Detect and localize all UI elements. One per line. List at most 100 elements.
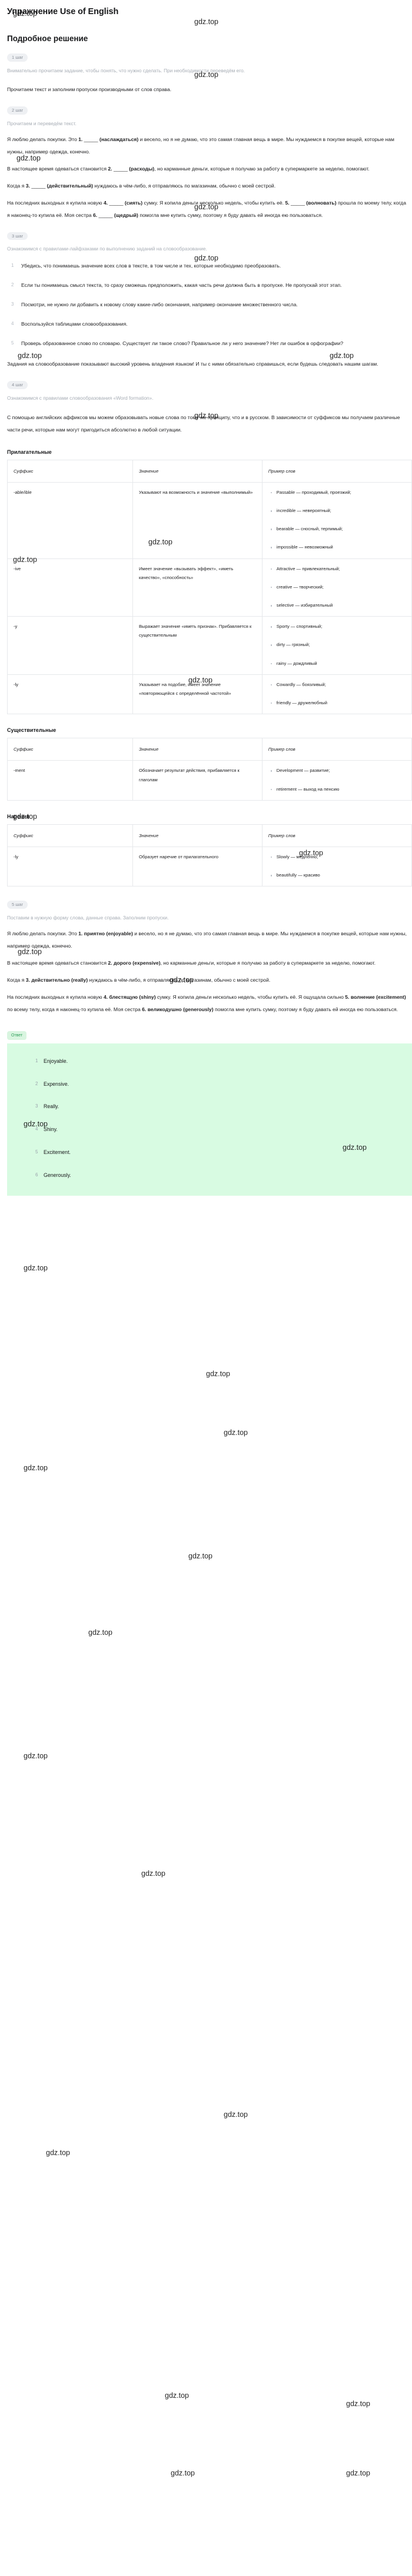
step-4-intro: Ознакомимся с правилами словообразования…	[7, 394, 154, 401]
cell-examples: Attractive — привлекательный; creative —…	[261, 558, 412, 617]
word-formation-table-nouns: Суффикс Значение Пример слов -ment Обозн…	[7, 738, 412, 801]
list-item: Sporty — спортивный;	[270, 622, 406, 631]
cell-suffix: -ment	[7, 760, 133, 801]
step-badge-5: 5 шаг	[7, 901, 28, 909]
cell-meaning: Указывают на возможность и значение «вып…	[132, 481, 263, 559]
list-item: friendly — дружелюбный	[270, 698, 406, 707]
list-item: dirty — грязный;	[270, 640, 406, 649]
watermark: gdz.top	[188, 1552, 213, 1560]
list-item: Excitement.	[35, 1149, 71, 1155]
step-badge-4: 4 шаг	[7, 381, 28, 389]
column-header-meaning: Значение	[132, 738, 263, 761]
table-caption-adverbs: Наречия	[7, 813, 29, 819]
cell-suffix: -y	[7, 616, 133, 675]
step-badge-3: 3 шаг	[7, 232, 28, 240]
watermark: gdz.top	[194, 18, 219, 26]
table-row: -ly Указывает на подобие, имеет значение…	[7, 674, 412, 715]
table-header-row: Суффикс Значение Пример слов	[7, 459, 412, 483]
cell-suffix: -able/ible	[7, 481, 133, 559]
watermark: gdz.top	[171, 2469, 195, 2477]
cell-meaning: Обозначает результат действия, прибавляе…	[132, 760, 263, 801]
list-item: Enjoyable.	[35, 1058, 68, 1064]
table-caption-adjectives: Прилагательные	[7, 449, 52, 455]
step-5-paragraph: Я люблю делать покупки. Это 1. приятно (…	[7, 930, 407, 949]
column-header-suffix: Суффикс	[7, 824, 133, 847]
table-row: -ive Имеет значение «вызывать эффект», «…	[7, 558, 412, 617]
step-2-paragraph: Я люблю делать покупки. Это 1. _____ (на…	[7, 136, 394, 155]
watermark: gdz.top	[165, 2391, 190, 2400]
column-header-examples: Пример слов	[261, 738, 412, 761]
list-item: retirement — выход на пенсию	[270, 785, 406, 794]
step-2-paragraph: На последних выходных я купила новую 4. …	[7, 199, 406, 218]
list-item: selective — избирательный	[270, 601, 406, 610]
watermark: gdz.top	[346, 2400, 371, 2408]
list-item: rainy — дождливый	[270, 659, 406, 668]
watermark: gdz.top	[224, 2110, 248, 2119]
word-formation-rules-list: Убедись, что понимаешь значение всех сло…	[5, 260, 407, 350]
list-item: Expensive.	[35, 1080, 69, 1087]
column-header-suffix: Суффикс	[7, 738, 133, 761]
watermark: gdz.top	[24, 1464, 48, 1472]
cell-suffix: -ive	[7, 558, 133, 617]
list-item: bearable — сносный, терпимый;	[270, 524, 406, 533]
cell-meaning: Выражает значение «иметь признак». Приба…	[132, 616, 263, 675]
watermark: gdz.top	[88, 1628, 113, 1637]
answer-badge: Ответ	[7, 1031, 27, 1040]
cell-examples: Cowardly — боязливый; friendly — дружелю…	[261, 674, 412, 715]
watermark: gdz.top	[346, 2469, 371, 2477]
word-formation-table-adverbs: Суффикс Значение Пример слов -ly Образуе…	[7, 824, 412, 887]
list-item: Attractive — привлекательный;	[270, 564, 406, 573]
list-item: Shiny.	[35, 1126, 58, 1133]
step-badge-1: 1 шаг	[7, 53, 28, 62]
watermark: gdz.top	[46, 2149, 71, 2157]
solution-heading: Подробное решение	[7, 34, 88, 43]
table-row: -ly Образует наречие от прилагательного …	[7, 846, 412, 887]
step-5-paragraph: На последних выходных я купила новую 4. …	[7, 993, 406, 1012]
cell-examples: Sporty — спортивный; dirty — грязный; ra…	[261, 616, 412, 675]
list-item: Проверь образованное слово по словарю. С…	[11, 337, 344, 349]
step-5-paragraph: Когда я 3. действительно (really) нуждаю…	[7, 976, 271, 983]
watermark: gdz.top	[141, 1869, 166, 1878]
step-2-intro: Прочитаем и переведём текст.	[7, 120, 77, 126]
list-item: Slowly — медленно;	[270, 852, 406, 861]
step-badge-2: 2 шаг	[7, 106, 28, 115]
list-item: Убедись, что понимаешь значение всех сло…	[11, 260, 281, 272]
step-3-outro: Задания на словообразование показывают в…	[7, 361, 378, 367]
answer-block: Enjoyable. Expensive. Really. Shiny. Exc…	[7, 1043, 412, 1196]
step-5-intro: Поставим в нужную форму слова, данные сп…	[7, 914, 169, 921]
list-item: Если ты понимаешь смысл текста, то сразу…	[11, 279, 342, 291]
watermark: gdz.top	[206, 1370, 231, 1378]
watermark: gdz.top	[24, 1264, 48, 1272]
table-caption-nouns: Существительные	[7, 727, 57, 734]
cell-examples: Slowly — медленно; beautifully — красиво	[261, 846, 412, 887]
page-title: Упражнение Use of English	[7, 7, 119, 16]
list-item: Really.	[35, 1103, 59, 1110]
column-header-suffix: Суффикс	[7, 459, 133, 483]
cell-meaning: Имеет значение «вызывать эффект», «иметь…	[132, 558, 263, 617]
cell-meaning: Образует наречие от прилагательного	[132, 846, 263, 887]
step-2-paragraph: Когда я 3. _____ (действительный) нуждаю…	[7, 182, 276, 189]
answer-list: Enjoyable. Expensive. Really. Shiny. Exc…	[7, 1058, 412, 1178]
list-item: Development — развитие;	[270, 766, 406, 775]
word-formation-table-adjectives: Суффикс Значение Пример слов -able/ible …	[7, 459, 412, 715]
list-item: creative — творческий;	[270, 583, 406, 591]
list-item: beautifully — красиво	[270, 871, 406, 879]
step-3-intro: Ознакомимся с правилами-лайфхаками по вы…	[7, 246, 207, 252]
column-header-examples: Пример слов	[261, 459, 412, 483]
cell-meaning: Указывает на подобие, имеет значение «по…	[132, 674, 263, 715]
cell-examples: Passable — проходимый, проезжий; incredi…	[261, 481, 412, 559]
table-header-row: Суффикс Значение Пример слов	[7, 824, 412, 847]
watermark: gdz.top	[24, 1752, 48, 1760]
list-item: Generously.	[35, 1172, 71, 1178]
step-5-paragraph: В настоящее время одеваться становится 2…	[7, 959, 376, 966]
list-item: incredible — невероятный;	[270, 506, 406, 515]
step-2-paragraph: В настоящее время одеваться становится 2…	[7, 165, 370, 172]
column-header-examples: Пример слов	[261, 824, 412, 847]
cell-examples: Development — развитие; retirement — вых…	[261, 760, 412, 801]
table-header-row: Суффикс Значение Пример слов	[7, 738, 412, 761]
watermark: gdz.top	[224, 1428, 248, 1437]
cell-suffix: -ly	[7, 674, 133, 715]
step-4-body: С помощью английских аффиксов мы можем о…	[7, 414, 400, 433]
column-header-meaning: Значение	[132, 824, 263, 847]
list-item: Passable — проходимый, проезжий;	[270, 488, 406, 497]
